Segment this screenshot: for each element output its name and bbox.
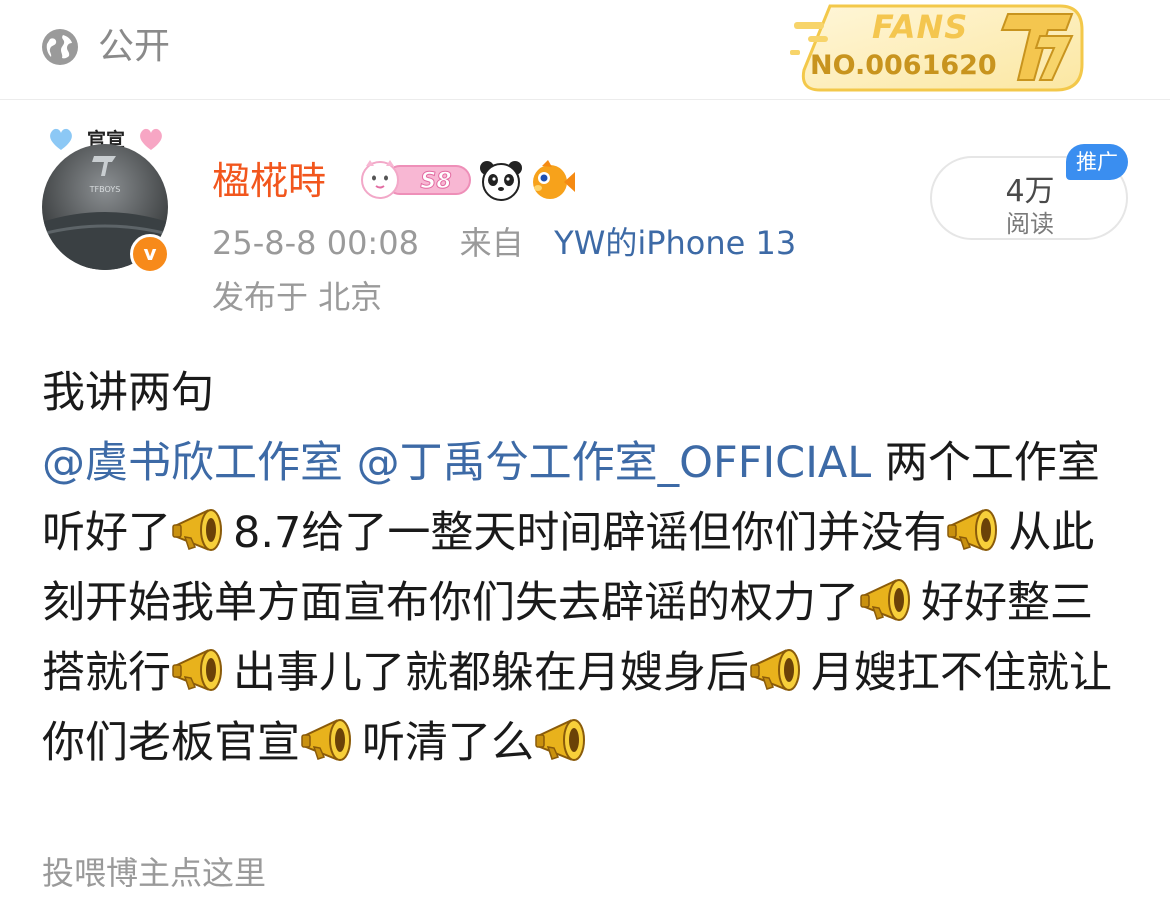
megaphone-icon (535, 719, 585, 761)
verified-badge: v (130, 234, 170, 274)
mention-link[interactable]: @丁禹兮工作室_OFFICIAL (357, 438, 872, 488)
svg-text:S8: S8 (420, 169, 451, 194)
top-bar: 公开 FANS NO.0061620 (0, 0, 1170, 100)
post-location: 发布于 北京 (212, 278, 383, 316)
fans-number: NO.0061620 (810, 50, 997, 81)
post-text: 8.7给了一整天时间辟谣但你们并没有 (233, 508, 947, 558)
megaphone-icon (947, 509, 998, 551)
globe-icon (42, 29, 78, 65)
post-text: 出事儿了就都躲在月嫂身后 (233, 648, 749, 698)
post-meta: 25-8-8 00:08 来自 YW的iPhone 13 (212, 222, 796, 264)
megaphone-icon (172, 649, 222, 691)
fans-label: FANS (872, 8, 969, 46)
source-prefix: 来自 (459, 224, 524, 262)
read-label: 阅读 (1006, 210, 1054, 238)
device-link[interactable]: YW的iPhone 13 (554, 224, 796, 262)
post-paragraph: @虞书欣工作室 @丁禹兮工作室_OFFICIAL 两个工作室听好了 8.7给了一整… (42, 428, 1132, 778)
tip-author-link[interactable]: 投喂博主点这里 (42, 852, 266, 894)
megaphone-icon (750, 649, 800, 691)
fish-icon (533, 160, 575, 199)
visibility-label[interactable]: 公开 (98, 24, 170, 70)
level-badge: S8 (361, 160, 471, 199)
post-first-line: 我讲两句 (42, 368, 214, 418)
author-name[interactable]: 楹椛時 (212, 156, 326, 206)
megaphone-icon (301, 719, 351, 761)
post-text: 听清了么 (362, 718, 534, 768)
panda-icon (480, 161, 522, 201)
post-body: 我讲两句 @虞书欣工作室 @丁禹兮工作室_OFFICIAL 两个工作室听好了 8.… (42, 358, 1132, 778)
promo-tag[interactable]: 推广 (1066, 144, 1128, 180)
megaphone-icon (860, 579, 910, 621)
mention-link[interactable]: @虞书欣工作室 (42, 438, 343, 488)
megaphone-icon (172, 509, 222, 551)
post-timestamp: 25-8-8 00:08 (212, 224, 419, 262)
svg-text:TFBOYS: TFBOYS (89, 185, 121, 194)
